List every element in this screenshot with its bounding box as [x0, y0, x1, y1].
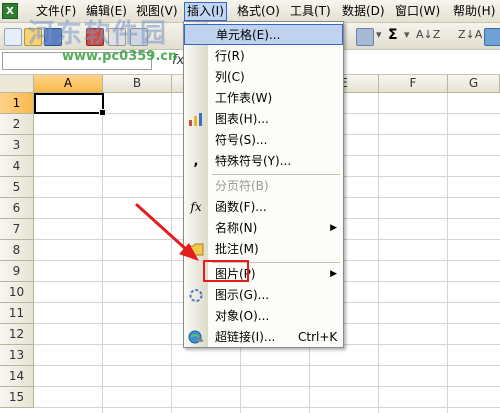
menu-separator: [212, 174, 340, 175]
annotation-box: [203, 260, 249, 282]
menu-format[interactable]: 格式(O): [235, 3, 282, 20]
row-header-11[interactable]: 11: [0, 303, 34, 324]
menu-insert[interactable]: 插入(I): [184, 2, 227, 21]
menu-item-worksheet[interactable]: 工作表(W): [184, 88, 343, 109]
column-header-g[interactable]: G: [448, 75, 500, 93]
menu-item-column[interactable]: 列(C): [184, 67, 343, 88]
diagram-icon: [188, 288, 204, 303]
new-icon[interactable]: [4, 28, 22, 46]
menu-tools[interactable]: 工具(T): [288, 3, 333, 20]
excel-icon[interactable]: X: [2, 3, 18, 19]
chart-icon: [188, 112, 204, 127]
menu-item-page-break: 分页符(B): [215, 179, 269, 193]
row-header-10[interactable]: 10: [0, 282, 34, 303]
menu-item-row[interactable]: 行(R): [184, 46, 343, 67]
special-symbol-icon: ,: [193, 154, 199, 169]
menu-item-chart[interactable]: 图表(H)...: [184, 109, 343, 130]
menu-item-symbol[interactable]: 符号(S)...: [184, 130, 343, 151]
menu-item-hyperlink[interactable]: 超链接(I)... Ctrl+K: [184, 327, 343, 348]
row-header-4[interactable]: 4: [0, 156, 34, 177]
menu-data[interactable]: 数据(D): [340, 3, 387, 20]
comment-icon: [188, 242, 204, 257]
menu-item-special-symbol[interactable]: , 特殊符号(Y)...: [184, 151, 343, 172]
dropdown-arrow-icon[interactable]: ▾: [376, 27, 382, 43]
submenu-arrow-icon: ▶: [330, 269, 337, 279]
column-header-a[interactable]: A: [34, 75, 103, 93]
row-header-13[interactable]: 13: [0, 345, 34, 366]
shortcut-text: Ctrl+K: [298, 330, 338, 344]
row-header-3[interactable]: 3: [0, 135, 34, 156]
menu-item-diagram[interactable]: 图示(G)...: [184, 285, 343, 306]
row-header-7[interactable]: 7: [0, 219, 34, 240]
watermark-url: www.pc0359.cn: [62, 49, 178, 64]
row-header-9[interactable]: 9: [0, 261, 34, 282]
autosum-dropdown-icon[interactable]: ▾: [404, 27, 410, 43]
autosum-icon[interactable]: Σ: [388, 27, 398, 43]
row-header-2[interactable]: 2: [0, 114, 34, 135]
watermark-title: 河东软件园: [28, 19, 169, 49]
row-header-1[interactable]: 1: [0, 93, 34, 114]
active-cell-a1[interactable]: [34, 93, 106, 116]
row-header-8[interactable]: 8: [0, 240, 34, 261]
fill-handle[interactable]: [99, 109, 106, 116]
submenu-arrow-icon: ▶: [330, 223, 337, 233]
menu-item-name[interactable]: 名称(N) ▶: [184, 218, 343, 239]
select-all-corner[interactable]: [0, 75, 34, 93]
row-header-5[interactable]: 5: [0, 177, 34, 198]
menu-window[interactable]: 窗口(W): [393, 3, 442, 20]
fx-icon: fx: [190, 200, 202, 214]
row-header-14[interactable]: 14: [0, 366, 34, 387]
sort-ascending-icon[interactable]: A↓Z: [416, 27, 440, 43]
row-header-6[interactable]: 6: [0, 198, 34, 219]
insert-menu-dropdown: 单元格(E)... 行(R) 列(C) 工作表(W) 图表(H)... 符号(S…: [183, 21, 344, 348]
chart-wizard-icon[interactable]: [484, 28, 500, 46]
menu-item-cell[interactable]: 单元格(E)...: [184, 24, 343, 45]
column-header-f[interactable]: F: [379, 75, 448, 93]
row-header-12[interactable]: 12: [0, 324, 34, 345]
sort-descending-icon[interactable]: Z↓A: [458, 27, 482, 43]
menu-item-comment[interactable]: 批注(M): [184, 239, 343, 260]
hyperlink-icon: [188, 330, 204, 345]
row-header-15[interactable]: 15: [0, 387, 34, 408]
menu-help[interactable]: 帮助(H): [451, 3, 497, 20]
column-header-b[interactable]: B: [103, 75, 172, 93]
hyperlink-toolbar-icon[interactable]: [356, 28, 374, 46]
menu-item-function[interactable]: fx 函数(F)...: [184, 197, 343, 218]
menu-item-object[interactable]: 对象(O)...: [184, 306, 343, 327]
